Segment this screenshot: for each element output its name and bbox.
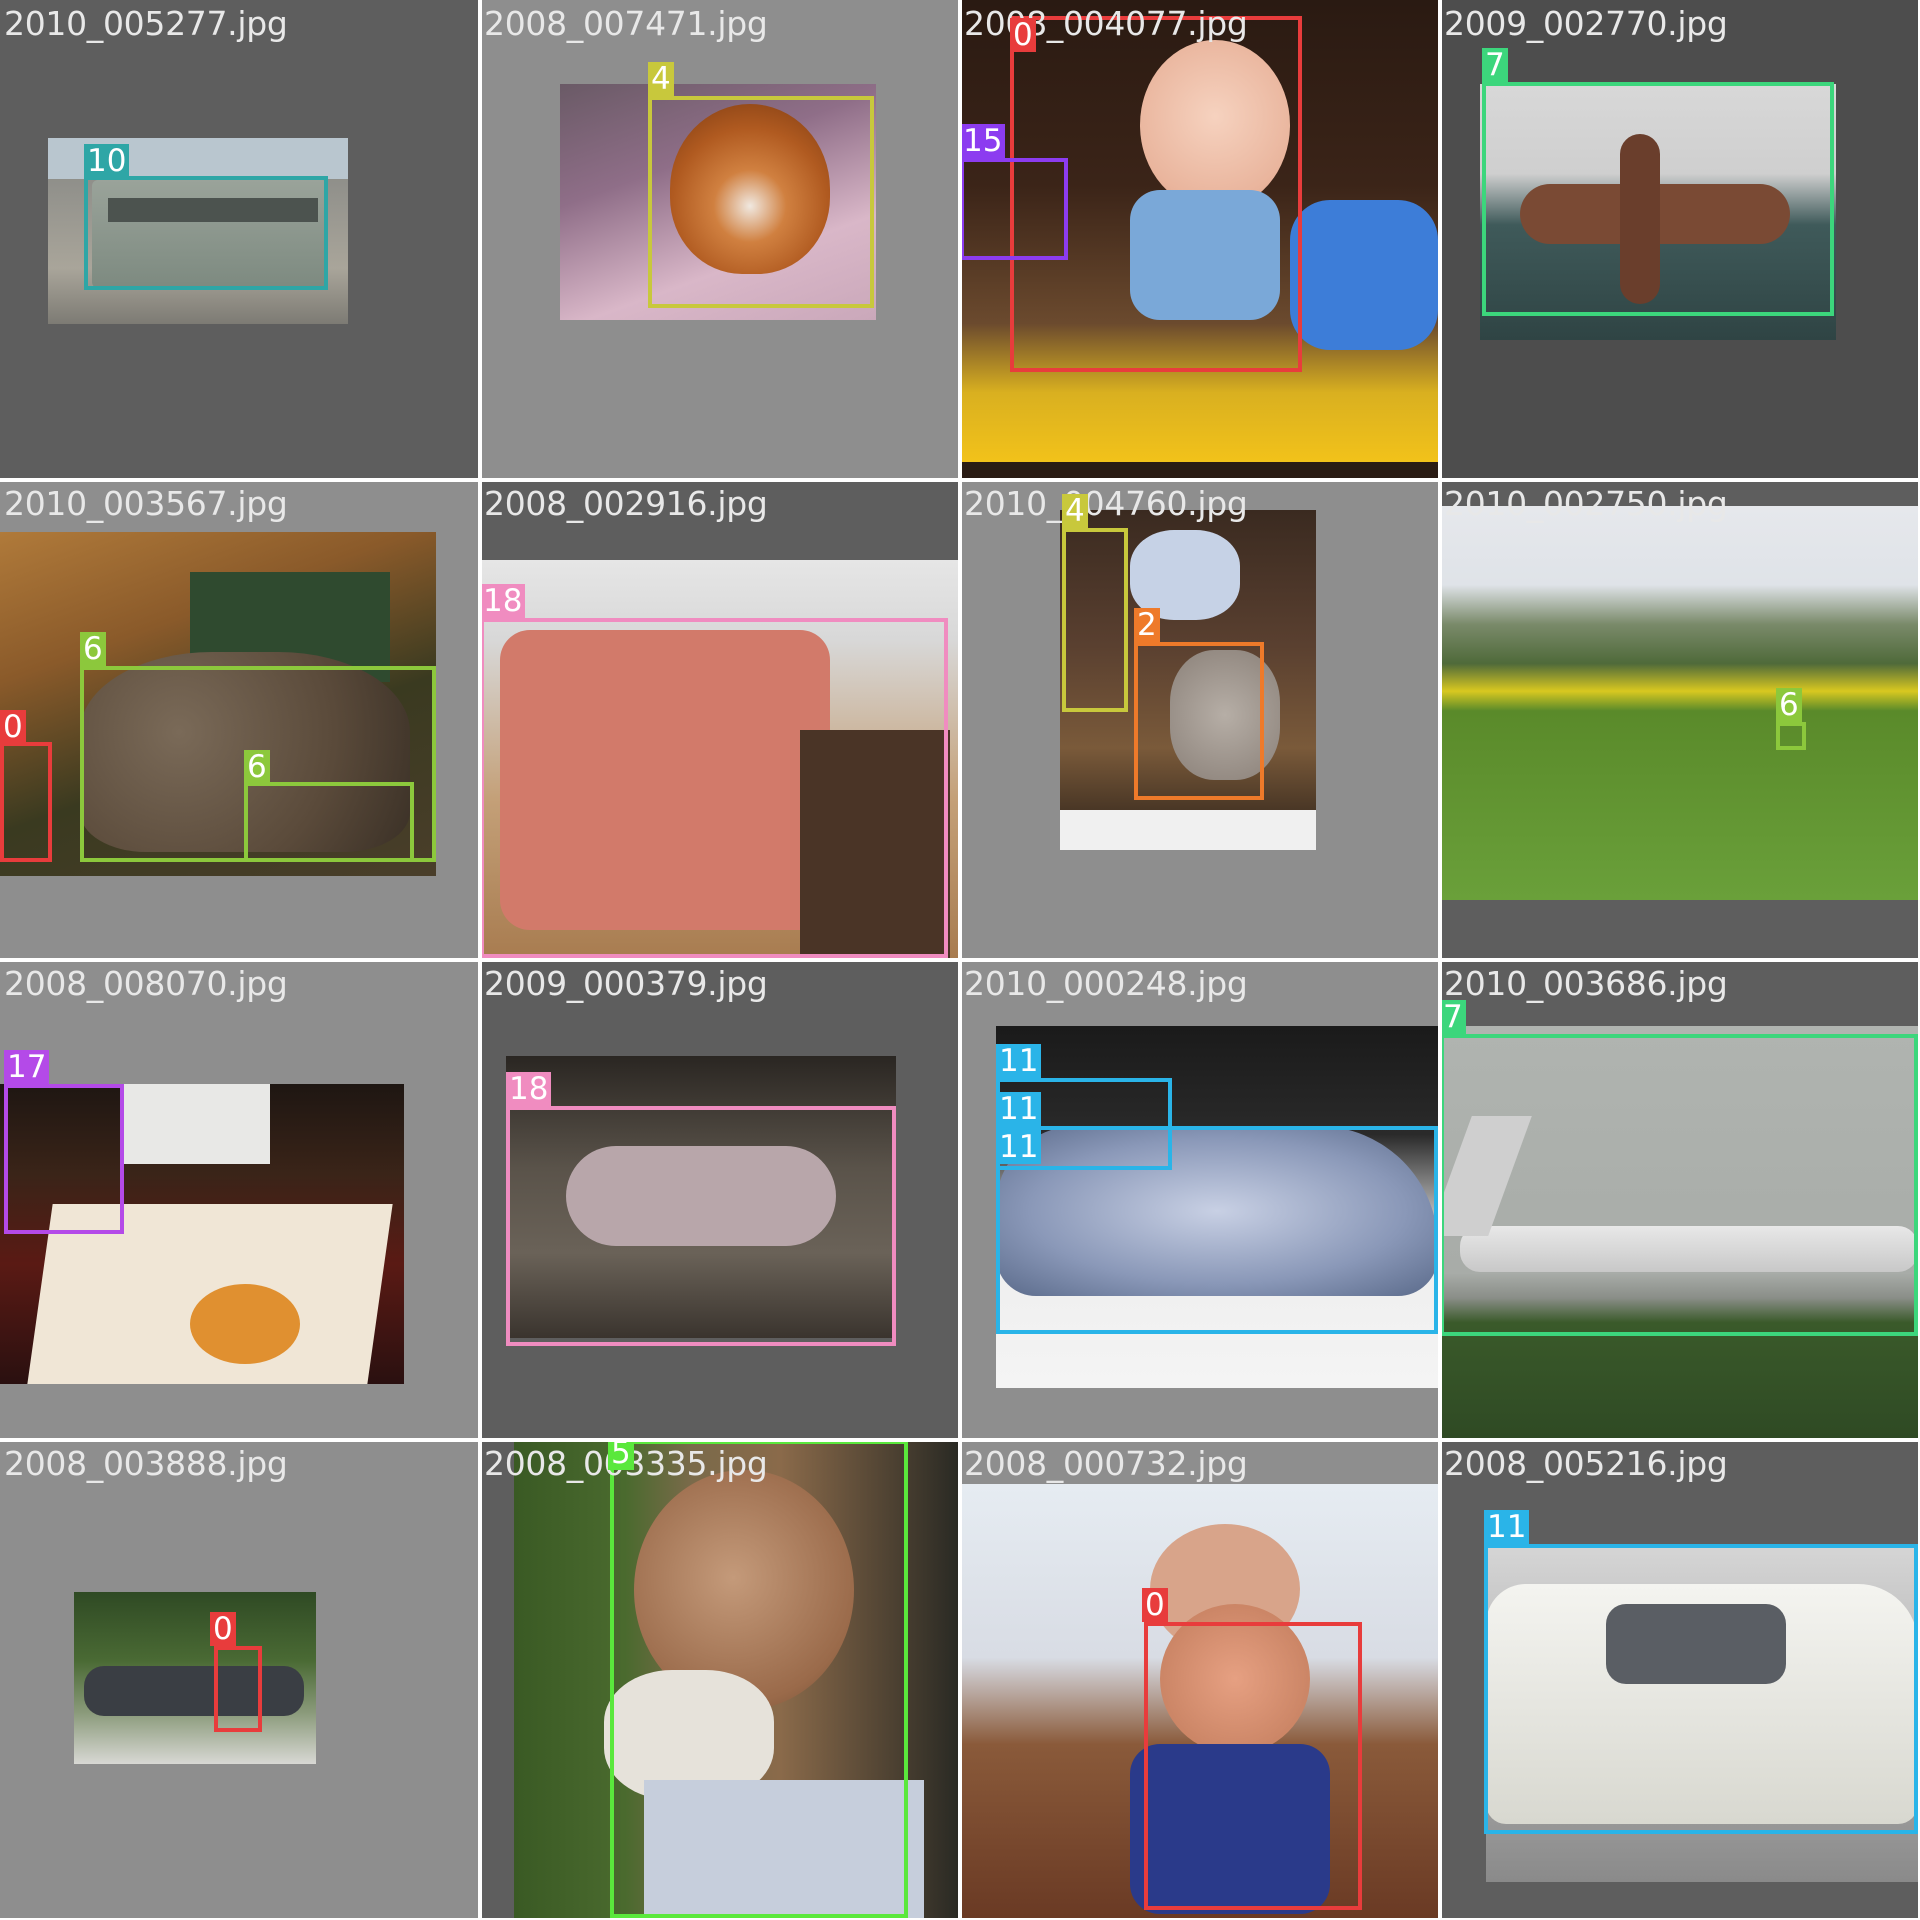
box-label: 0 <box>1142 1588 1168 1622</box>
box-label: 6 <box>1776 688 1802 722</box>
box-label: 0 <box>1010 18 1036 52</box>
tile-filename: 2010_005277.jpg <box>4 4 288 43</box>
photo-field <box>1440 506 1918 900</box>
box-label: 2 <box>1134 608 1160 642</box>
bounding-box <box>1144 1622 1362 1910</box>
image-mosaic-grid: 2010_005277.jpg 10 2008_007471.jpg 4 200… <box>0 0 1920 1920</box>
bounding-box <box>214 1646 262 1732</box>
box-label: 4 <box>1062 494 1088 528</box>
tile-2008-007471[interactable]: 2008_007471.jpg 4 <box>480 0 958 478</box>
tile-filename: 2010_004760.jpg <box>964 484 1248 523</box>
bounding-box <box>960 158 1068 260</box>
tile-2010-002750[interactable]: 2010_002750.jpg 6 <box>1440 480 1918 958</box>
tile-2009-002770[interactable]: 2009_002770.jpg 7 <box>1440 0 1918 478</box>
tile-2008-003335[interactable]: 2008_003335.jpg 5 <box>480 1440 958 1918</box>
box-label: 18 <box>480 584 526 618</box>
box-label: 11 <box>996 1092 1042 1126</box>
tile-filename: 2008_002916.jpg <box>484 484 768 523</box>
box-label: 11 <box>996 1130 1042 1164</box>
box-label: 18 <box>506 1072 552 1106</box>
tile-filename: 2010_000248.jpg <box>964 964 1248 1003</box>
bounding-box <box>1484 1544 1918 1834</box>
tile-2010-005277[interactable]: 2010_005277.jpg 10 <box>0 0 478 478</box>
bounding-box <box>1134 642 1264 800</box>
bounding-box <box>506 1106 896 1346</box>
bounding-box <box>1776 722 1806 750</box>
box-label: 11 <box>1484 1510 1530 1544</box>
bounding-box <box>480 618 948 958</box>
tile-2010-003686[interactable]: 2010_003686.jpg 7 <box>1440 960 1918 1438</box>
bounding-box <box>1440 1034 1918 1336</box>
tile-2010-003567[interactable]: 2010_003567.jpg 6 6 0 <box>0 480 478 958</box>
tile-2008-008070[interactable]: 2008_008070.jpg 17 <box>0 960 478 1438</box>
tile-filename: 2009_000379.jpg <box>484 964 768 1003</box>
tile-filename: 2008_000732.jpg <box>964 1444 1248 1483</box>
tile-2008-002916[interactable]: 2008_002916.jpg 18 <box>480 480 958 958</box>
bounding-box <box>1062 528 1128 712</box>
box-label: 5 <box>608 1440 634 1470</box>
grid-divider <box>0 1438 1920 1442</box>
bounding-box <box>1482 82 1834 316</box>
tile-2010-004760[interactable]: 2010_004760.jpg 4 2 <box>960 480 1438 958</box>
bounding-box <box>244 782 414 862</box>
bounding-box <box>610 1440 908 1918</box>
bounding-box <box>4 1084 124 1234</box>
box-label: 17 <box>4 1050 50 1084</box>
tile-2008-005216[interactable]: 2008_005216.jpg 11 <box>1440 1440 1918 1918</box>
grid-divider <box>0 958 1920 962</box>
tile-2008-000732[interactable]: 2008_000732.jpg 0 <box>960 1440 1438 1918</box>
tile-2009-000379[interactable]: 2009_000379.jpg 18 <box>480 960 958 1438</box>
grid-divider <box>0 478 1920 482</box>
box-label: 11 <box>996 1044 1042 1078</box>
tile-filename: 2009_002770.jpg <box>1444 4 1728 43</box>
tile-filename: 2010_003567.jpg <box>4 484 288 523</box>
tile-2010-000248[interactable]: 2010_000248.jpg 11 11 11 <box>960 960 1438 1438</box>
box-label: 15 <box>960 124 1006 158</box>
box-label: 10 <box>84 144 130 178</box>
box-label: 6 <box>244 750 270 784</box>
tile-filename: 2008_003888.jpg <box>4 1444 288 1483</box>
tile-filename: 2008_007471.jpg <box>484 4 768 43</box>
photo-street <box>74 1592 316 1764</box>
tile-2008-004077[interactable]: 2008_004077.jpg 0 15 <box>960 0 1438 478</box>
box-label: 7 <box>1482 48 1508 82</box>
tile-filename: 2008_008070.jpg <box>4 964 288 1003</box>
box-label: 0 <box>0 710 26 744</box>
tile-filename: 2010_002750.jpg <box>1444 484 1728 523</box>
tile-2008-003888[interactable]: 2008_003888.jpg 0 <box>0 1440 478 1918</box>
box-label: 4 <box>648 62 674 96</box>
box-label: 6 <box>80 632 106 666</box>
bounding-box <box>648 96 874 308</box>
box-label: 0 <box>210 1612 236 1646</box>
tile-filename: 2010_003686.jpg <box>1444 964 1728 1003</box>
bounding-box <box>0 742 52 862</box>
bounding-box <box>84 176 328 290</box>
tile-filename: 2008_005216.jpg <box>1444 1444 1728 1483</box>
bounding-box <box>996 1126 1438 1334</box>
tile-filename: 2008_004077.jpg <box>964 4 1248 43</box>
box-label: 7 <box>1440 1000 1466 1034</box>
